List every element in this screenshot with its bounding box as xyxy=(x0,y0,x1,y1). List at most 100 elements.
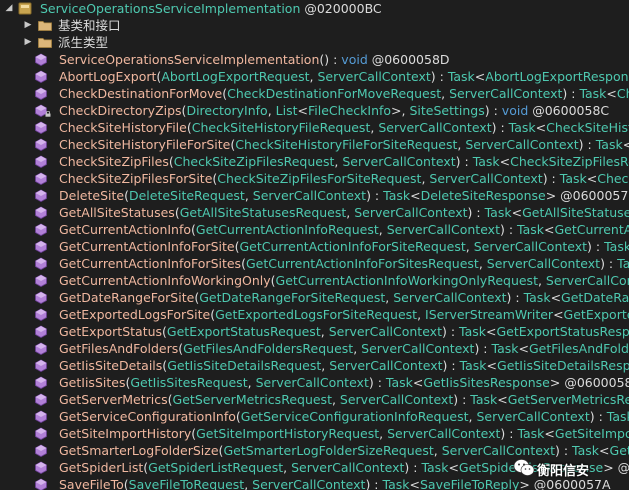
type-name: DirectoryInfo xyxy=(186,103,268,118)
punctuation: < xyxy=(499,154,511,169)
tree-node-method[interactable]: GetServiceConfigurationInfo(GetServiceCo… xyxy=(0,408,629,425)
tree-node-method[interactable]: GetCurrentActionInfoForSites(GetCurrentA… xyxy=(0,255,629,272)
method-icon xyxy=(35,444,47,457)
type-name: ServerCallContext xyxy=(329,358,443,373)
type-name: ServerCallContext xyxy=(317,69,431,84)
type-name: CheckSiteHistoryFileRequest xyxy=(191,120,371,135)
method-signature: GetFilesAndFolders(GetFilesAndFoldersReq… xyxy=(59,340,629,357)
punctuation: ) : xyxy=(578,137,596,152)
punctuation: , xyxy=(478,256,487,271)
method-signature: GetIisSiteDetails(GetIisSiteDetailsReque… xyxy=(59,357,629,374)
tree-node-method[interactable]: GetDateRangeForSite(GetDateRangeForSiteR… xyxy=(0,289,629,306)
folder-icon xyxy=(38,38,52,48)
method-name: GetIisSiteDetails xyxy=(59,358,163,373)
method-icon xyxy=(35,87,47,100)
tree-node-method[interactable]: GetFilesAndFolders(GetFilesAndFoldersReq… xyxy=(0,340,629,357)
method-name: GetAllSiteStatuses xyxy=(59,205,175,220)
punctuation: ) : xyxy=(600,256,618,271)
method-name: GetCurrentActionInfoForSites xyxy=(59,256,242,271)
type-name: CheckSiteHistoryFileResponse xyxy=(546,120,629,135)
tree-node-method[interactable]: GetCurrentActionInfo(GetCurrentActionInf… xyxy=(0,221,629,238)
tree-node-method[interactable]: CheckSiteHistoryFile(CheckSiteHistoryFil… xyxy=(0,119,629,136)
method-icon xyxy=(35,155,47,168)
expand-arrow-icon[interactable]: ▶ xyxy=(22,34,34,51)
punctuation: , xyxy=(321,358,330,373)
punctuation: ) : xyxy=(500,426,518,441)
tree-node-method[interactable]: GetIisSites(GetIisSitesRequest, ServerCa… xyxy=(0,374,629,391)
method-name: CheckSiteHistoryFile xyxy=(59,120,187,135)
type-name: CheckDestinationForMoveRequest xyxy=(227,86,442,101)
type-name: Task xyxy=(470,392,498,407)
method-name: GetExportStatus xyxy=(59,324,163,339)
type-name: CheckSiteZipFilesRequest xyxy=(173,154,335,169)
tree-node-method[interactable]: ServiceOperationsServiceImplementation()… xyxy=(0,51,629,68)
method-icon xyxy=(35,189,47,202)
class-name: ServiceOperationsServiceImplementation xyxy=(40,1,301,16)
type-name: Task xyxy=(385,375,413,390)
tree-node-method[interactable]: GetIisSiteDetails(GetIisSiteDetailsReque… xyxy=(0,357,629,374)
method-icon xyxy=(35,376,47,389)
tree-node-method[interactable]: AbortLogExport(AbortLogExportRequest, Se… xyxy=(0,68,629,85)
method-signature: CheckSiteZipFiles(CheckSiteZipFilesReque… xyxy=(59,153,629,170)
tree-node-method[interactable]: CheckDestinationForMove(CheckDestination… xyxy=(0,85,629,102)
punctuation: , xyxy=(244,477,253,490)
tree-node-method[interactable]: GetExportedLogsForSite(GetExportedLogsFo… xyxy=(0,306,629,323)
method-name: GetSiteImportHistory xyxy=(59,426,192,441)
punctuation: , xyxy=(331,392,340,407)
tree-node-folder[interactable]: ▶ 派生类型 xyxy=(0,34,629,51)
tree-node-folder[interactable]: ▶ 基类和接口 xyxy=(0,17,629,34)
tree-node-method[interactable]: CheckSiteHistoryFileForSite(CheckSiteHis… xyxy=(0,136,629,153)
punctuation: ) : xyxy=(542,171,560,186)
type-name: GetServiceConfigurationInfoRequest xyxy=(240,409,469,424)
method-name: GetServerMetrics xyxy=(59,392,168,407)
punctuation: ) : xyxy=(587,239,605,254)
private-lock-icon xyxy=(45,111,51,117)
tree-node-method[interactable]: GetServerMetrics(GetServerMetricsRequest… xyxy=(0,391,629,408)
type-name: CheckDestinationForMoveResponse xyxy=(616,86,629,101)
tree-node-method[interactable]: CheckDirectoryZips(DirectoryInfo, List<F… xyxy=(0,102,629,119)
punctuation: < xyxy=(606,86,617,101)
method-icon xyxy=(35,223,47,236)
expand-chevron-icon[interactable]: ◢ xyxy=(3,0,15,17)
type-name: Task xyxy=(579,86,607,101)
punctuation: @0600058C xyxy=(528,103,610,118)
method-icon xyxy=(35,172,47,185)
expand-arrow-icon[interactable]: ▶ xyxy=(22,17,34,34)
type-name: SiteSettings xyxy=(409,103,485,118)
type-name: Task xyxy=(517,426,545,441)
punctuation: < xyxy=(544,426,555,441)
punctuation: > @06000585 xyxy=(549,375,629,390)
method-signature: GetCurrentActionInfoForSite(GetCurrentAc… xyxy=(59,238,629,255)
punctuation: , xyxy=(378,222,387,237)
type-name: Task xyxy=(472,154,500,169)
punctuation: < xyxy=(486,358,498,373)
tree-node-method[interactable]: GetAllSiteStatuses(GetAllSiteStatusesReq… xyxy=(0,204,629,221)
method-name: CheckSiteZipFilesForSite xyxy=(59,171,213,186)
tree-node-method[interactable]: GetCurrentActionInfoWorkingOnly(GetCurre… xyxy=(0,272,629,289)
type-name: ServerCallContext xyxy=(387,426,501,441)
method-signature: DeleteSite(DeleteSiteRequest, ServerCall… xyxy=(59,187,629,204)
class-address: @020000BC xyxy=(304,1,382,16)
method-icon xyxy=(35,342,47,355)
assembly-tree-view[interactable]: ◢ ServiceOperationsServiceImplementation… xyxy=(0,0,629,490)
type-name: ServerCallContext xyxy=(342,154,456,169)
punctuation: ) : xyxy=(442,358,460,373)
tree-node-method[interactable]: CheckSiteZipFilesForSite(CheckSiteZipFil… xyxy=(0,170,629,187)
method-name: GetServiceConfigurationInfo xyxy=(59,409,236,424)
watermark-text: 衡阳信安 xyxy=(537,464,590,479)
type-name: GetExportedLogsForSiteRequest xyxy=(215,307,418,322)
tree-node-method[interactable]: CheckSiteZipFiles(CheckSiteZipFilesReque… xyxy=(0,153,629,170)
method-name: GetSpiderList xyxy=(59,460,144,475)
tree-node-method[interactable]: DeleteSite(DeleteSiteRequest, ServerCall… xyxy=(0,187,629,204)
method-icon xyxy=(35,359,47,372)
method-signature: ServiceOperationsServiceImplementation()… xyxy=(59,51,450,68)
method-name: SaveFileTo xyxy=(59,477,124,490)
method-icon xyxy=(35,206,47,219)
tree-node-method[interactable]: GetExportStatus(GetExportStatusRequest, … xyxy=(0,323,629,340)
tree-node-method[interactable]: GetSiteImportHistory(GetSiteImportHistor… xyxy=(0,425,629,442)
method-name: GetCurrentActionInfoForSite xyxy=(59,239,235,254)
tree-node-class[interactable]: ◢ ServiceOperationsServiceImplementation… xyxy=(0,0,629,17)
tree-node-method[interactable]: GetCurrentActionInfoForSite(GetCurrentAc… xyxy=(0,238,629,255)
method-name: CheckSiteZipFiles xyxy=(59,154,169,169)
type-name: ServerCallContext xyxy=(339,392,454,407)
